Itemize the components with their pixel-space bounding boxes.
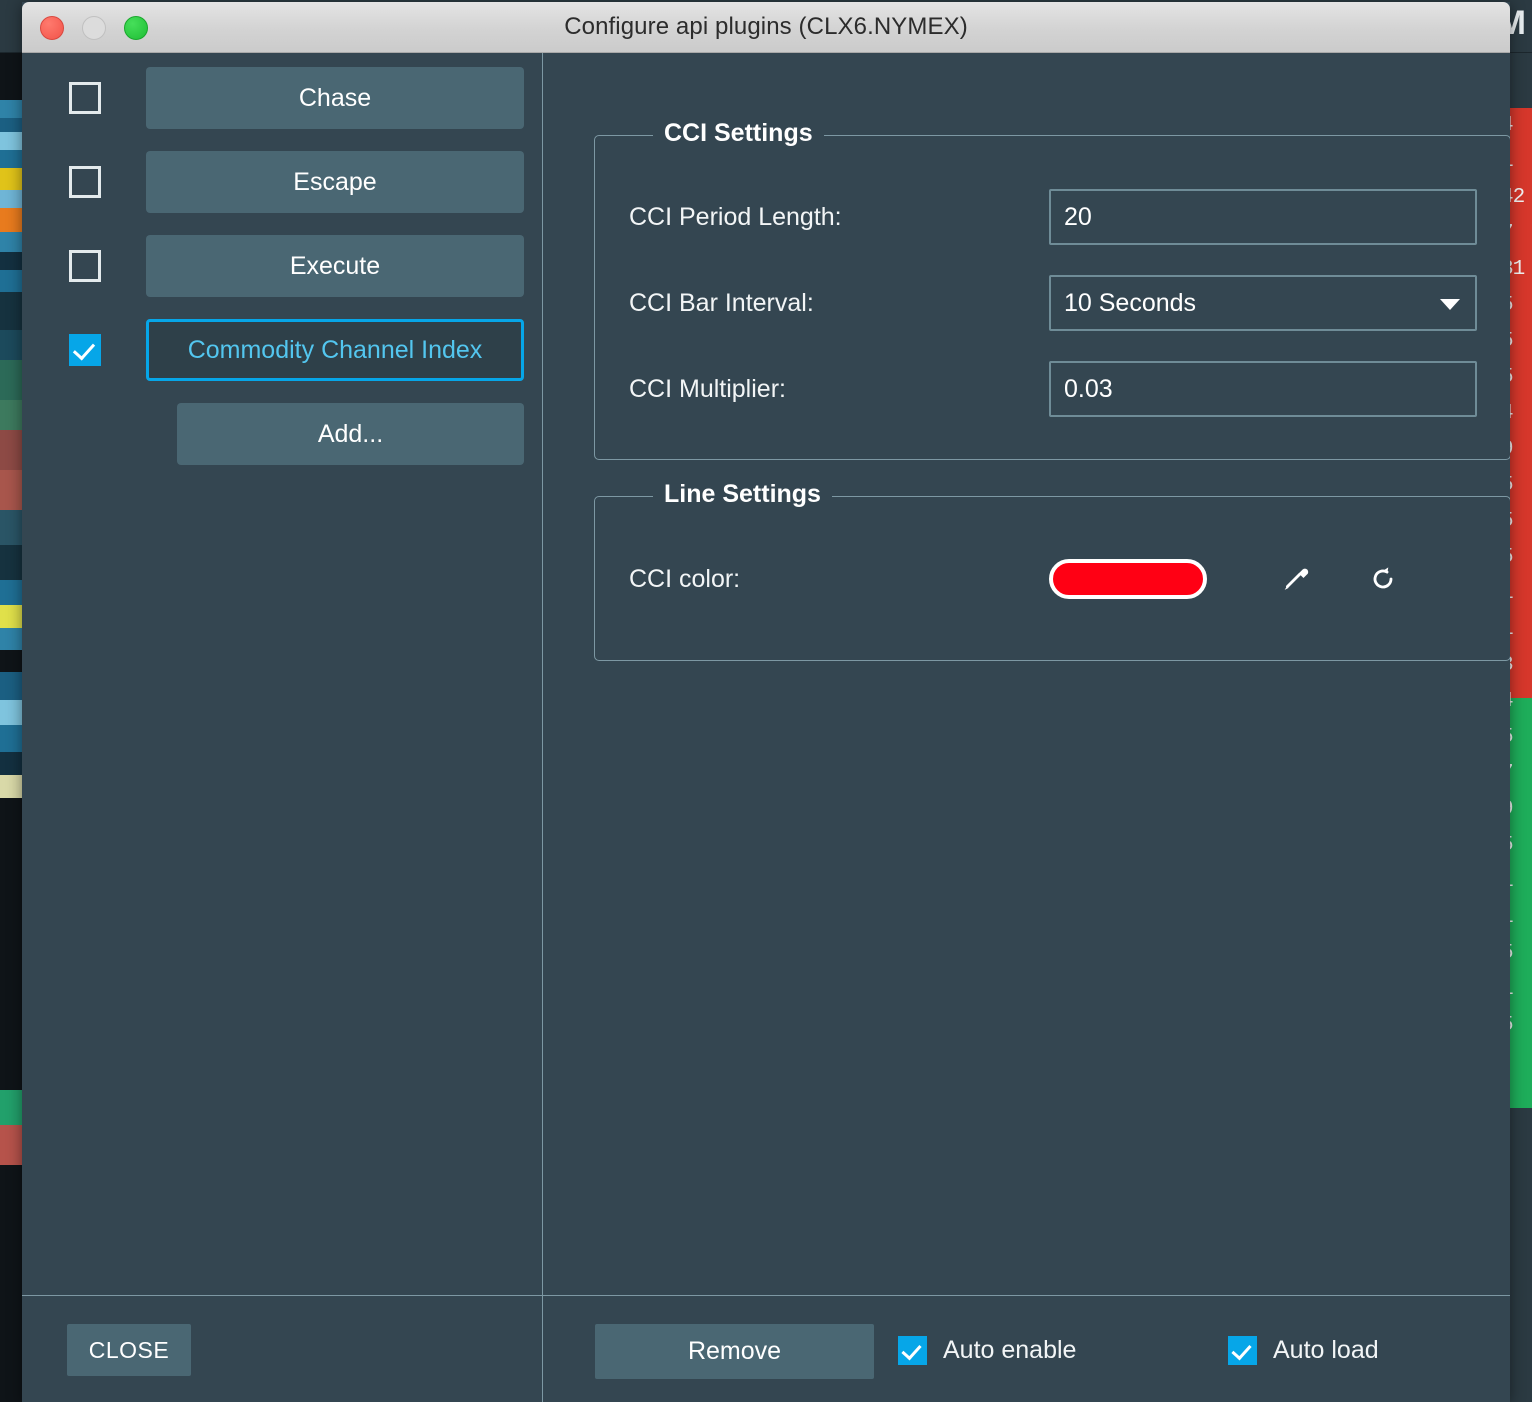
plugin-row-chase: Chase [69,67,524,129]
right-footer: Remove Auto enable Auto load [543,1295,1510,1402]
line-settings-title: Line Settings [653,480,832,509]
plugin-row-escape: Escape [69,151,524,213]
close-button[interactable]: CLOSE [67,1324,191,1376]
cci-bar-interval-label: CCI Bar Interval: [629,288,814,317]
close-window-button[interactable] [40,16,64,40]
cci-multiplier-input[interactable] [1049,361,1477,417]
cci-period-length-label: CCI Period Length: [629,202,842,231]
cci-bar-interval-value: 10 Seconds [1064,288,1197,317]
plugin-button-execute[interactable]: Execute [146,235,524,297]
plugin-checkbox-execute[interactable] [69,250,101,282]
cci-multiplier-row: CCI Multiplier: [629,361,1479,417]
plugin-button-commodity-channel-index[interactable]: Commodity Channel Index [146,319,524,381]
window-title: Configure api plugins (CLX6.NYMEX) [564,13,968,40]
window-controls [40,16,148,40]
cci-period-length-input[interactable] [1049,189,1477,245]
plugin-list: Chase Escape Execute Commodity Channel I… [22,53,542,1293]
line-settings-group: Line Settings CCI color: [594,480,1510,661]
remove-button[interactable]: Remove [595,1324,874,1379]
reset-icon [1373,567,1393,589]
plugin-button-chase[interactable]: Chase [146,67,524,129]
plugin-row-execute: Execute [69,235,524,297]
chevron-down-icon [1440,299,1460,310]
settings-panel: CCI Settings CCI Period Length: CCI Bar … [543,53,1510,1402]
plugin-checkbox-commodity-channel-index[interactable] [69,334,101,366]
auto-enable-checkbox[interactable] [898,1336,927,1365]
background-color-strip [0,0,22,1402]
left-footer: CLOSE [22,1295,542,1402]
cci-period-length-row: CCI Period Length: [629,189,1479,245]
minimize-window-button[interactable] [82,16,106,40]
plugin-checkbox-chase[interactable] [69,82,101,114]
cci-settings-title: CCI Settings [653,119,824,148]
auto-load-checkbox-group[interactable]: Auto load [1228,1336,1379,1365]
plugin-list-panel: Chase Escape Execute Commodity Channel I… [22,53,543,1402]
auto-load-checkbox[interactable] [1228,1336,1257,1365]
auto-enable-checkbox-group[interactable]: Auto enable [898,1336,1076,1365]
eyedropper-icon-button[interactable] [1273,557,1317,601]
dialog-title-bar[interactable]: Configure api plugins (CLX6.NYMEX) [22,2,1510,53]
configure-api-plugins-dialog: Configure api plugins (CLX6.NYMEX) Chase… [22,2,1510,1402]
plugin-row-commodity-channel-index: Commodity Channel Index [69,319,524,381]
cci-bar-interval-select[interactable]: 10 Seconds [1049,275,1477,331]
cci-multiplier-label: CCI Multiplier: [629,374,786,403]
auto-load-label: Auto load [1273,1336,1379,1364]
cci-color-swatch[interactable] [1049,559,1207,599]
dialog-body: Chase Escape Execute Commodity Channel I… [22,53,1510,1402]
cci-color-row: CCI color: [629,548,1479,610]
plugin-checkbox-escape[interactable] [69,166,101,198]
cci-bar-interval-row: CCI Bar Interval: 10 Seconds [629,275,1479,331]
maximize-window-button[interactable] [124,16,148,40]
auto-enable-label: Auto enable [943,1336,1077,1364]
reset-color-button[interactable] [1361,557,1405,601]
eyedropper-icon [1284,568,1309,590]
add-plugin-button[interactable]: Add... [177,403,524,465]
cci-settings-group: CCI Settings CCI Period Length: CCI Bar … [594,119,1510,460]
cci-color-label: CCI color: [629,564,741,593]
add-plugin-row: Add... [177,403,524,465]
plugin-button-escape[interactable]: Escape [146,151,524,213]
